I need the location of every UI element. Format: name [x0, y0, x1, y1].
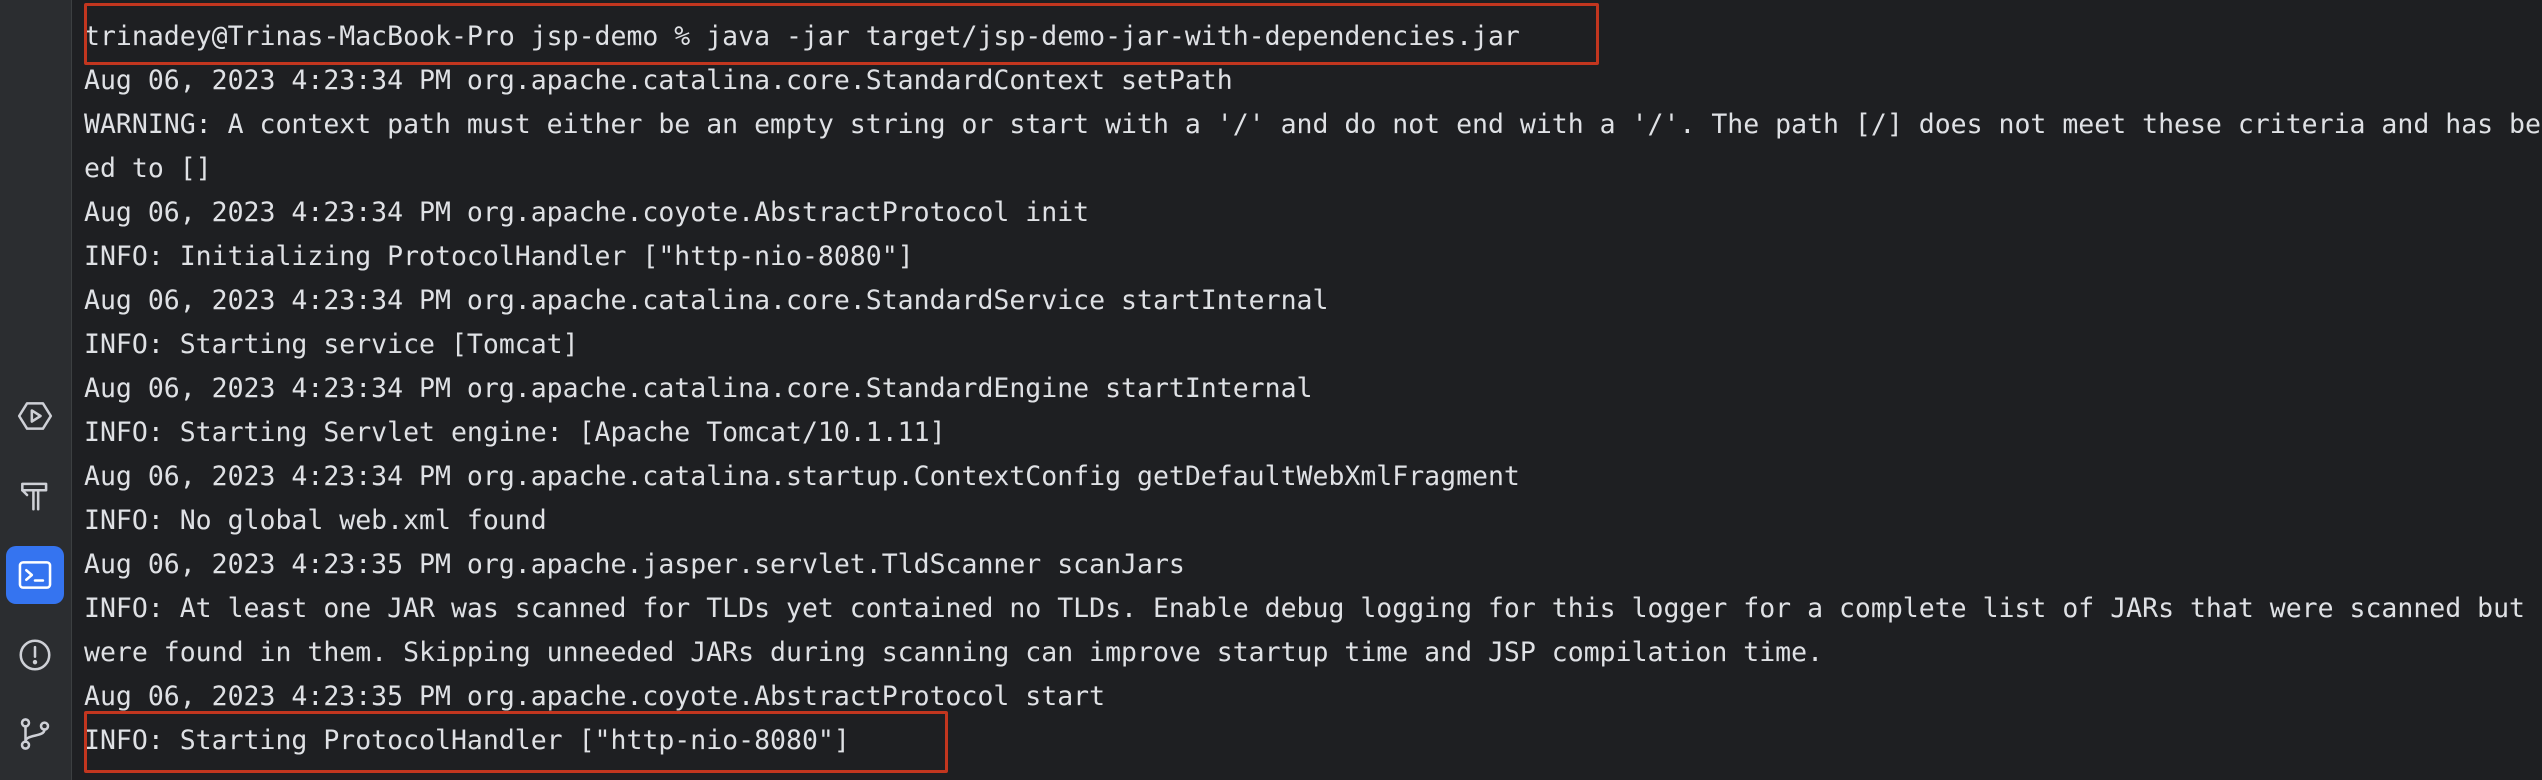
problems-icon: [19, 639, 51, 671]
ide-window: INFO: trinadey@Trinas-MacBook-Pro jsp-de…: [0, 0, 2542, 780]
problems-tool-button[interactable]: [6, 626, 64, 684]
tool-window-sidebar: [0, 0, 72, 780]
terminal-line: ed to []: [84, 153, 212, 184]
terminal-line: Aug 06, 2023 4:23:34 PM org.apache.catal…: [84, 65, 1233, 96]
terminal-line: INFO: Starting service [Tomcat]: [84, 329, 579, 360]
terminal-line-protocol-start: INFO: Starting ProtocolHandler ["http-ni…: [84, 725, 850, 756]
terminal-line: Aug 06, 2023 4:23:35 PM org.apache.jaspe…: [84, 549, 1185, 580]
terminal-line: WARNING: A context path must either be a…: [84, 109, 2541, 140]
build-tool-button[interactable]: [6, 466, 64, 524]
terminal-line: Aug 06, 2023 4:23:34 PM org.apache.catal…: [84, 461, 1520, 492]
terminal-line: INFO: At least one JAR was scanned for T…: [84, 593, 2526, 624]
git-branch-icon: [20, 718, 50, 750]
terminal-line: Aug 06, 2023 4:23:34 PM org.apache.coyot…: [84, 197, 1090, 228]
terminal-command-line: trinadey@Trinas-MacBook-Pro jsp-demo % j…: [84, 21, 1520, 52]
git-tool-button[interactable]: [6, 705, 64, 763]
terminal-line: were found in them. Skipping unneeded JA…: [84, 637, 1824, 668]
terminal-icon: [18, 561, 52, 589]
terminal-output[interactable]: INFO: trinadey@Trinas-MacBook-Pro jsp-de…: [72, 0, 2542, 780]
terminal-tool-button[interactable]: [6, 546, 64, 604]
services-tool-button[interactable]: [6, 387, 64, 445]
terminal-line: INFO: Initializing ProtocolHandler ["htt…: [84, 241, 914, 272]
terminal-line: Aug 06, 2023 4:23:34 PM org.apache.catal…: [84, 285, 1329, 316]
terminal-line: Aug 06, 2023 4:23:34 PM org.apache.catal…: [84, 373, 1313, 404]
terminal-line: INFO:: [84, 0, 164, 13]
terminal-line: INFO: No global web.xml found: [84, 505, 547, 536]
terminal-line: INFO: Starting Servlet engine: [Apache T…: [84, 417, 946, 448]
services-icon: [17, 402, 53, 430]
terminal-line: Aug 06, 2023 4:23:35 PM org.apache.coyot…: [84, 681, 1106, 712]
build-hammer-icon: [21, 482, 48, 511]
